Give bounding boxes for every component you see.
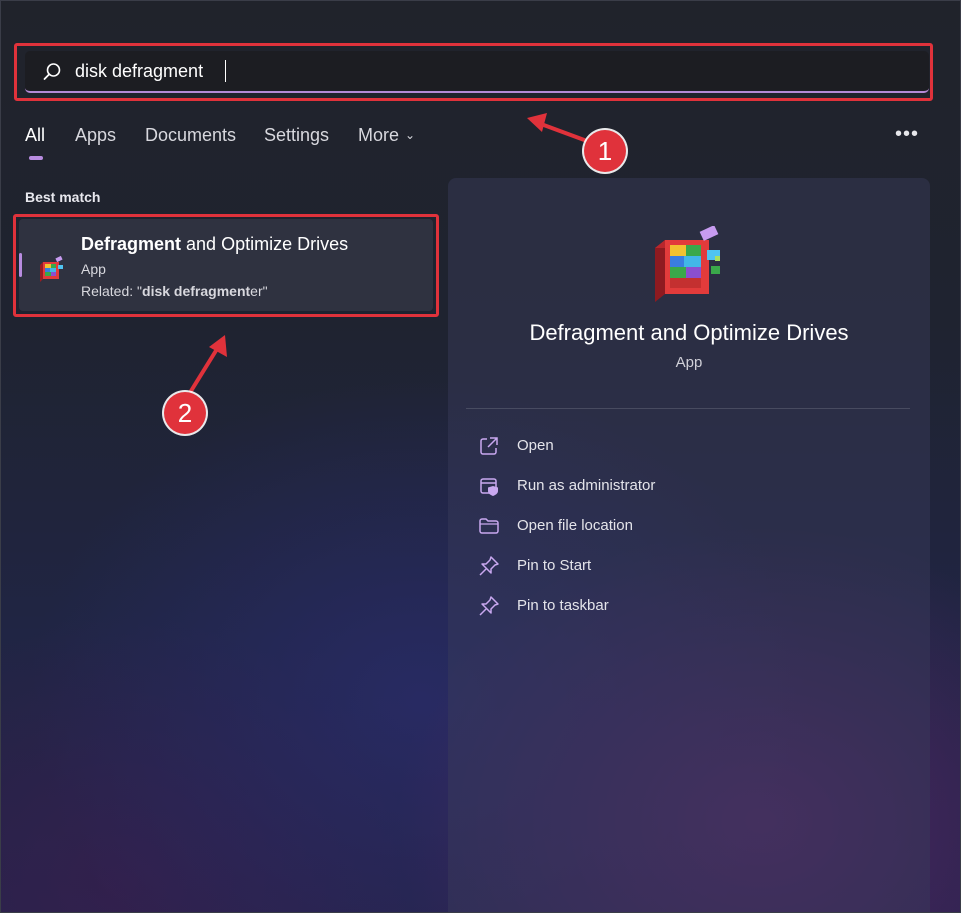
detail-panel: Defragment and Optimize Drives App Open …: [448, 178, 930, 912]
annotation-badge-2: 2: [164, 392, 206, 434]
folder-icon: [479, 518, 499, 534]
action-open[interactable]: Open: [478, 432, 898, 460]
pin-icon: [479, 556, 499, 576]
arrow-2: [189, 335, 227, 393]
action-pin-to-start-label: Pin to Start: [517, 557, 592, 574]
defrag-app-large-icon: [655, 226, 720, 302]
tab-apps-label: Apps: [75, 125, 117, 145]
detail-title: Defragment and Optimize Drives: [529, 320, 849, 345]
search-callout-box: [14, 43, 933, 101]
active-tab-indicator: [29, 156, 43, 160]
action-open-label: Open: [517, 437, 554, 454]
action-run-as-admin-label: Run as administrator: [517, 477, 656, 494]
arrow-1: [527, 113, 589, 143]
tab-apps[interactable]: Apps: [75, 125, 116, 146]
action-pin-to-taskbar[interactable]: Pin to taskbar: [478, 592, 898, 620]
action-run-as-admin[interactable]: Run as administrator: [478, 472, 898, 500]
search-window: All Apps Documents Settings More ⌄ ••• Be…: [0, 0, 961, 913]
tab-settings[interactable]: Settings: [264, 125, 329, 146]
shield-window-icon: [480, 478, 498, 496]
annotation-badge-1: 1: [584, 130, 626, 172]
tab-documents-label: Documents: [145, 125, 237, 145]
tab-all-label: All: [25, 125, 46, 145]
action-pin-to-taskbar-label: Pin to taskbar: [517, 597, 609, 614]
action-open-file-location-label: Open file location: [517, 517, 633, 534]
tab-all[interactable]: All: [25, 125, 46, 160]
detail-type: App: [675, 354, 703, 371]
more-options-button[interactable]: •••: [895, 123, 919, 146]
section-label-best-match: Best match: [25, 189, 101, 205]
action-open-file-location[interactable]: Open file location: [478, 512, 898, 540]
tab-more[interactable]: More ⌄: [358, 125, 415, 146]
tab-settings-label: Settings: [264, 125, 330, 145]
chevron-down-icon: ⌄: [405, 128, 416, 142]
open-external-icon: [480, 437, 498, 455]
result-callout-box: [13, 214, 439, 317]
tab-more-label: More: [358, 125, 400, 145]
action-pin-to-start[interactable]: Pin to Start: [478, 552, 898, 580]
tab-documents[interactable]: Documents: [145, 125, 236, 146]
divider: [466, 408, 910, 409]
pin-icon: [479, 596, 499, 616]
